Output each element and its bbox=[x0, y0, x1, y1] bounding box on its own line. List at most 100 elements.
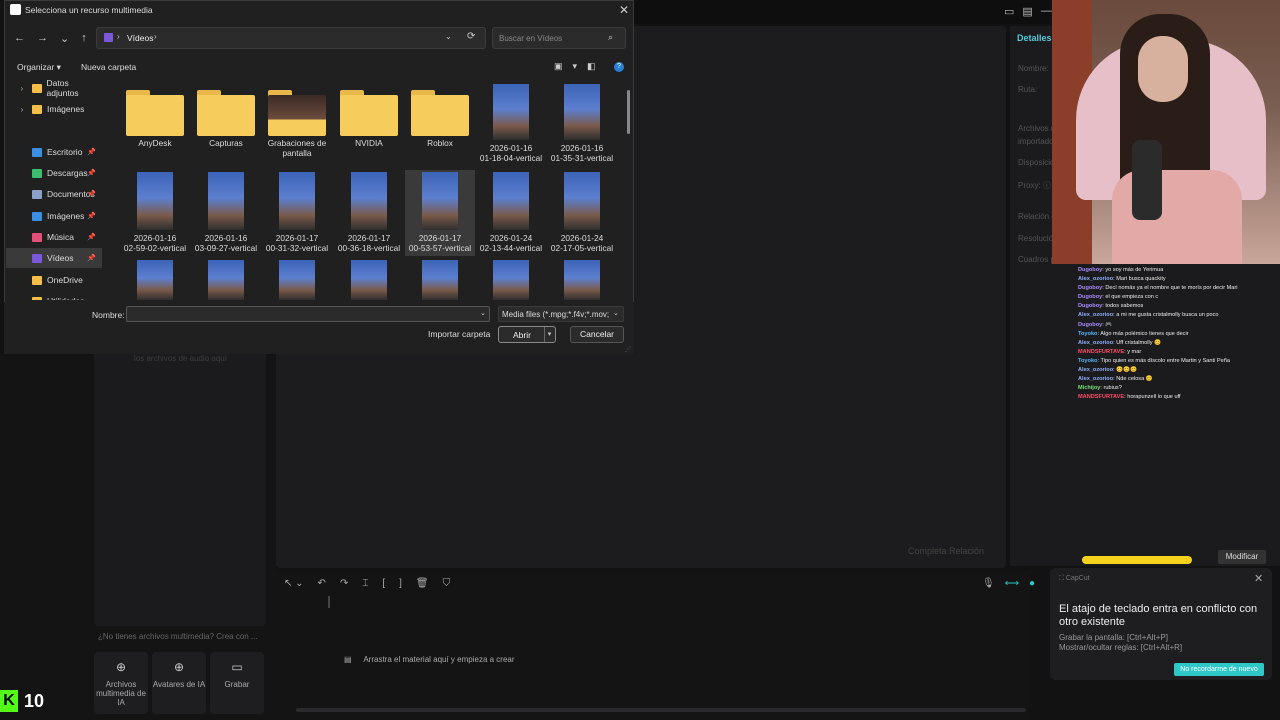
undo-icon[interactable]: ↶ bbox=[318, 578, 326, 589]
refresh-icon[interactable]: ⟳ bbox=[467, 31, 475, 42]
detail-label: importado bbox=[1018, 137, 1054, 146]
video-item[interactable] bbox=[120, 258, 190, 302]
sidebar-item[interactable]: › Datos adjuntos bbox=[6, 78, 102, 98]
folder-item[interactable]: Capturas bbox=[191, 80, 261, 168]
video-item[interactable]: 2026-01-16 01-18-04-vertical bbox=[476, 80, 546, 168]
sidebar-item[interactable]: Documentos 📌 bbox=[6, 184, 102, 204]
sidebar-item[interactable]: Música 📌 bbox=[6, 227, 102, 247]
trim-left-icon[interactable]: [ bbox=[382, 578, 385, 589]
chat-message: Toyoko: Tipo quien es más díscolo entre … bbox=[1078, 357, 1278, 366]
video-item[interactable]: 2026-01-17 00-36-18-vertical bbox=[334, 170, 404, 256]
chat-text: : todos sabemos bbox=[1102, 303, 1144, 310]
link-icon[interactable]: ⟷ bbox=[1005, 578, 1019, 589]
trim-right-icon[interactable]: ] bbox=[399, 578, 402, 589]
chat-username: MANDSFURTAVE bbox=[1078, 394, 1125, 401]
folder-item[interactable]: Grabaciones de pantalla bbox=[262, 80, 332, 168]
preview-pane-icon[interactable]: ◧ bbox=[587, 61, 596, 72]
new-folder-button[interactable]: Nueva carpeta bbox=[81, 62, 136, 73]
delete-icon[interactable]: 🗑 bbox=[416, 578, 429, 589]
video-item[interactable]: 2026-01-16 02-59-02-vertical bbox=[120, 170, 190, 256]
chat-message: Toyoko: Algo más polémico tienes que dec… bbox=[1078, 330, 1278, 339]
sidebar-item[interactable]: OneDrive bbox=[6, 270, 102, 290]
item-name-line: 00-31-32-vertical bbox=[265, 243, 329, 253]
viewer-count: 10 bbox=[24, 690, 45, 711]
app-topbar bbox=[634, 0, 1050, 24]
video-item[interactable]: 2026-01-17 00-31-32-vertical bbox=[262, 170, 332, 256]
recent-locations-icon[interactable]: ⌄ bbox=[60, 32, 69, 45]
video-item[interactable]: 2026-01-16 01-35-31-vertical bbox=[547, 80, 617, 168]
video-item[interactable]: 2026-01-17 00-53-57-vertical bbox=[405, 170, 475, 256]
close-icon[interactable]: ✕ bbox=[619, 3, 629, 17]
sidebar-item[interactable]: Descargas 📌 bbox=[6, 163, 102, 183]
ai-avatars-button[interactable]: ⊕ Avatares de IA bbox=[152, 652, 206, 714]
help-icon[interactable]: ? bbox=[614, 62, 624, 72]
up-icon[interactable]: ↑ bbox=[81, 32, 87, 45]
resize-grip-icon[interactable]: ⋰ bbox=[625, 346, 631, 353]
video-item[interactable] bbox=[476, 258, 546, 302]
chevron-right-icon[interactable]: › bbox=[154, 32, 157, 41]
chevron-right-icon[interactable]: › bbox=[16, 105, 28, 114]
view-options: ▣ ▾ ◧ bbox=[554, 61, 596, 72]
chevron-down-icon[interactable]: ⌄ bbox=[445, 32, 452, 41]
chevron-down-icon[interactable]: ⌄ bbox=[480, 309, 486, 317]
file-type-filter[interactable]: Media files (*.mpg;*.f4v;*.mov; bbox=[498, 306, 624, 322]
item-name-line: 02-17-05-vertical bbox=[550, 243, 614, 253]
search-input[interactable]: Buscar en Vídeos bbox=[492, 27, 626, 49]
import-folder-button[interactable]: Importar carpeta bbox=[428, 329, 490, 339]
chat-text: : yo soy más de Yerimua bbox=[1102, 267, 1164, 273]
magnet-icon[interactable]: ● bbox=[1029, 578, 1035, 589]
chevron-right-icon[interactable]: › bbox=[16, 84, 28, 93]
select-tool-icon[interactable]: ↖ ⌄ bbox=[284, 578, 304, 589]
video-item[interactable] bbox=[191, 258, 261, 302]
menu-icon[interactable]: ▤ bbox=[1022, 5, 1032, 18]
search-icon[interactable]: ⌕ bbox=[608, 32, 613, 43]
sidebar-item[interactable]: Escritorio 📌 bbox=[6, 142, 102, 162]
video-item[interactable] bbox=[405, 258, 475, 302]
sidebar-item[interactable]: Vídeos 📌 bbox=[6, 248, 102, 268]
folder-item[interactable]: Roblox bbox=[405, 80, 475, 168]
minimize-icon[interactable]: — bbox=[1041, 5, 1052, 18]
dont-remind-button[interactable]: No recordarme de nuevo bbox=[1174, 663, 1264, 676]
video-item[interactable] bbox=[547, 258, 617, 302]
sidebar-item[interactable]: Utilidades bbox=[6, 291, 102, 300]
view-mode-icon[interactable]: ▣ bbox=[554, 61, 563, 72]
timeline-scrollbar[interactable] bbox=[296, 708, 1026, 712]
chat-text: : el que empieza con c bbox=[1102, 294, 1159, 301]
chevron-down-icon[interactable]: ▾ bbox=[573, 61, 578, 72]
back-icon[interactable]: ← bbox=[14, 32, 25, 45]
microphone-icon[interactable]: 🎙 bbox=[982, 578, 995, 589]
video-item[interactable] bbox=[334, 258, 404, 302]
sidebar-item[interactable]: › Imágenes bbox=[6, 99, 102, 119]
cancel-button[interactable]: Cancelar bbox=[570, 326, 624, 343]
filename-input[interactable] bbox=[126, 306, 490, 322]
folder-item[interactable]: NVIDIA bbox=[334, 80, 404, 168]
video-item[interactable]: 2026-01-24 02-17-05-vertical bbox=[547, 170, 617, 256]
open-dropdown-icon[interactable]: ▾ bbox=[544, 327, 554, 342]
organize-menu[interactable]: Organizar ▾ bbox=[17, 62, 61, 73]
folder-item[interactable]: AnyDesk bbox=[120, 80, 190, 168]
modify-button[interactable]: Modificar bbox=[1218, 550, 1266, 564]
breadcrumb[interactable]: Vídeos bbox=[127, 33, 153, 43]
redo-icon[interactable]: ↷ bbox=[340, 578, 348, 589]
grid-scrollbar[interactable] bbox=[627, 90, 630, 134]
close-icon[interactable]: ✕ bbox=[1254, 572, 1263, 585]
video-item[interactable] bbox=[262, 258, 332, 302]
record-button[interactable]: ▭ Grabar bbox=[210, 652, 264, 714]
folder-icon bbox=[32, 211, 42, 221]
chat-username: Michijoy bbox=[1078, 385, 1101, 392]
layout-icon[interactable]: ▭ bbox=[1004, 5, 1014, 18]
forward-icon[interactable]: → bbox=[37, 32, 48, 45]
chevron-down-icon[interactable]: ⌄ bbox=[613, 309, 619, 317]
video-item[interactable]: 2026-01-16 03-09-27-vertical bbox=[191, 170, 261, 256]
sidebar-item-label: Música bbox=[47, 232, 74, 242]
chevron-right-icon[interactable]: › bbox=[117, 32, 120, 41]
ai-media-button[interactable]: ⊕ Archivos multimedia de IA bbox=[94, 652, 148, 714]
sidebar-item[interactable]: Imágenes 📌 bbox=[6, 206, 102, 226]
item-name-line: 2026-01-17 bbox=[418, 233, 462, 243]
shield-icon[interactable]: ⛉ bbox=[443, 578, 451, 589]
video-item[interactable]: 2026-01-24 02-13-44-vertical bbox=[476, 170, 546, 256]
detail-label: Nombre: bbox=[1018, 64, 1049, 73]
media-drop-area[interactable] bbox=[94, 344, 266, 626]
playhead[interactable] bbox=[328, 596, 330, 608]
split-icon[interactable]: ⌶ bbox=[362, 578, 368, 589]
